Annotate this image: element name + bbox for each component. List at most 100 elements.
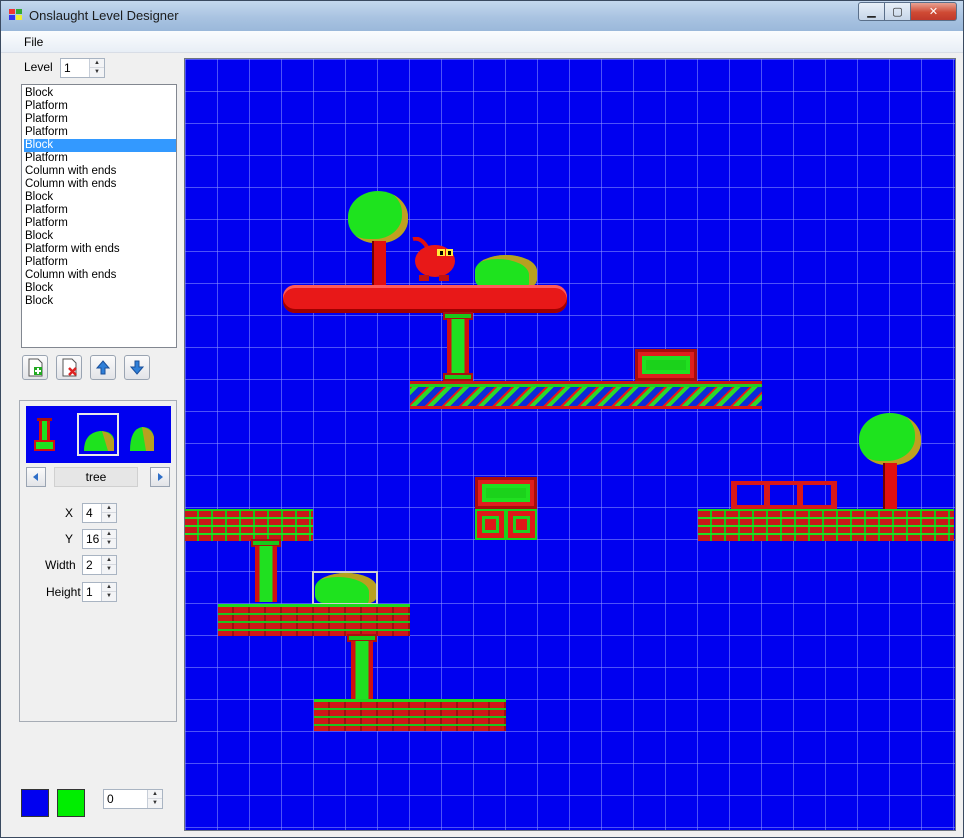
x-value: 4 (86, 506, 93, 520)
title-bar[interactable]: Onslaught Level Designer ▁ ▢ ✕ (1, 1, 963, 31)
spin-up-icon[interactable]: ▲ (102, 530, 116, 539)
height-spinner-arrows[interactable]: ▲ ▼ (101, 583, 116, 601)
column-sprite[interactable] (447, 319, 469, 377)
list-item[interactable]: Platform (24, 217, 176, 230)
height-spinner[interactable]: 1 ▲ ▼ (82, 582, 117, 602)
close-button[interactable]: ✕ (911, 2, 957, 21)
move-down-button[interactable] (124, 355, 150, 380)
spin-down-icon[interactable]: ▼ (102, 565, 116, 574)
add-object-button[interactable] (22, 355, 48, 380)
tree-sprite[interactable] (348, 191, 408, 243)
column-tile-icon[interactable] (34, 418, 55, 451)
minimize-button[interactable]: ▁ (858, 2, 885, 21)
list-item[interactable]: Platform (24, 256, 176, 269)
maximize-icon: ▢ (892, 6, 903, 18)
list-item[interactable]: Block (24, 230, 176, 243)
spin-up-icon[interactable]: ▲ (90, 59, 104, 68)
list-item[interactable]: Platform with ends (24, 243, 176, 256)
spin-up-icon[interactable]: ▲ (148, 790, 162, 799)
spin-down-icon[interactable]: ▼ (148, 799, 162, 808)
brick-platform-middle[interactable] (218, 604, 410, 636)
chest-block-sprite[interactable] (475, 477, 537, 509)
x-spinner[interactable]: 4 ▲ ▼ (82, 503, 117, 523)
list-item[interactable]: Platform (24, 204, 176, 217)
column-sprite[interactable] (255, 546, 277, 602)
level-label: Level (24, 60, 53, 74)
bush-tile-icon[interactable] (130, 427, 154, 451)
width-spinner[interactable]: 2 ▲ ▼ (82, 555, 117, 575)
maximize-button[interactable]: ▢ (885, 2, 911, 21)
tree-trunk-sprite (883, 463, 897, 509)
spin-down-icon[interactable]: ▼ (102, 592, 116, 601)
tile-palette[interactable] (26, 406, 171, 463)
height-value: 1 (86, 585, 93, 599)
column-bottom-cap (443, 373, 473, 381)
fence-sprite[interactable] (731, 481, 837, 513)
spin-up-icon[interactable]: ▲ (102, 504, 116, 513)
bush-sprite[interactable] (475, 255, 537, 287)
list-item[interactable]: Block (24, 191, 176, 204)
level-spinner-arrows[interactable]: ▲ ▼ (89, 59, 104, 77)
width-spinner-arrows[interactable]: ▲ ▼ (101, 556, 116, 574)
move-up-icon (95, 360, 111, 375)
box-block-sprite[interactable] (506, 509, 537, 540)
color-index-spinner[interactable]: 0 ▲ ▼ (103, 789, 163, 809)
spin-up-icon[interactable]: ▲ (102, 556, 116, 565)
selection-rectangle (312, 571, 378, 605)
menu-bar: File (1, 31, 963, 53)
level-canvas[interactable] (184, 58, 956, 831)
y-spinner[interactable]: 16 ▲ ▼ (82, 529, 117, 549)
cloud-platform[interactable] (283, 285, 567, 313)
list-item[interactable]: Platform (24, 113, 176, 126)
main-window: Onslaught Level Designer ▁ ▢ ✕ File Leve… (0, 0, 964, 838)
chest-block-sprite[interactable] (635, 349, 697, 381)
delete-object-button[interactable] (56, 355, 82, 380)
previous-tile-button[interactable] (26, 467, 46, 487)
width-value: 2 (86, 558, 93, 572)
list-item[interactable]: Block (24, 139, 176, 152)
creature-icon (412, 236, 455, 281)
move-down-icon (129, 360, 145, 375)
add-object-icon (28, 358, 43, 377)
list-item[interactable]: Platform (24, 126, 176, 139)
zigzag-platform[interactable] (410, 381, 762, 409)
brick-platform-right[interactable] (698, 509, 954, 541)
list-item[interactable]: Platform (24, 100, 176, 113)
list-item[interactable]: Column with ends (24, 269, 176, 282)
tile-name-field: tree (54, 467, 138, 487)
background-color-swatch[interactable] (21, 789, 49, 817)
level-spinner[interactable]: 1 ▲ ▼ (60, 58, 105, 78)
box-block-sprite[interactable] (475, 509, 506, 540)
spin-down-icon[interactable]: ▼ (90, 68, 104, 77)
list-item[interactable]: Column with ends (24, 165, 176, 178)
menu-file[interactable]: File (24, 35, 43, 49)
list-item[interactable]: Block (24, 295, 176, 308)
tree-tile-icon[interactable] (84, 431, 114, 451)
object-list[interactable]: Block Platform Platform Platform Block Platfo… (21, 84, 177, 348)
color-index-spinner-arrows[interactable]: ▲ ▼ (147, 790, 162, 808)
player-creature-sprite[interactable] (409, 236, 457, 283)
spin-down-icon[interactable]: ▼ (102, 539, 116, 548)
minimize-icon: ▁ (867, 6, 876, 18)
height-label: Height (46, 585, 81, 599)
tree-sprite[interactable] (859, 413, 921, 465)
list-item[interactable]: Column with ends (24, 178, 176, 191)
x-spinner-arrows[interactable]: ▲ ▼ (101, 504, 116, 522)
arrow-right-icon (158, 473, 163, 481)
foreground-color-swatch[interactable] (57, 789, 85, 817)
delete-object-icon (62, 358, 77, 377)
column-sprite[interactable] (351, 641, 373, 699)
next-tile-button[interactable] (150, 467, 170, 487)
brick-platform-left[interactable] (185, 509, 313, 541)
brick-platform-bottom[interactable] (314, 699, 506, 731)
close-icon: ✕ (928, 6, 939, 18)
window-title: Onslaught Level Designer (29, 8, 179, 23)
list-item[interactable]: Block (24, 87, 176, 100)
caption-buttons: ▁ ▢ ✕ (858, 2, 957, 21)
list-item[interactable]: Block (24, 282, 176, 295)
spin-down-icon[interactable]: ▼ (102, 513, 116, 522)
y-spinner-arrows[interactable]: ▲ ▼ (101, 530, 116, 548)
list-item[interactable]: Platform (24, 152, 176, 165)
move-up-button[interactable] (90, 355, 116, 380)
spin-up-icon[interactable]: ▲ (102, 583, 116, 592)
